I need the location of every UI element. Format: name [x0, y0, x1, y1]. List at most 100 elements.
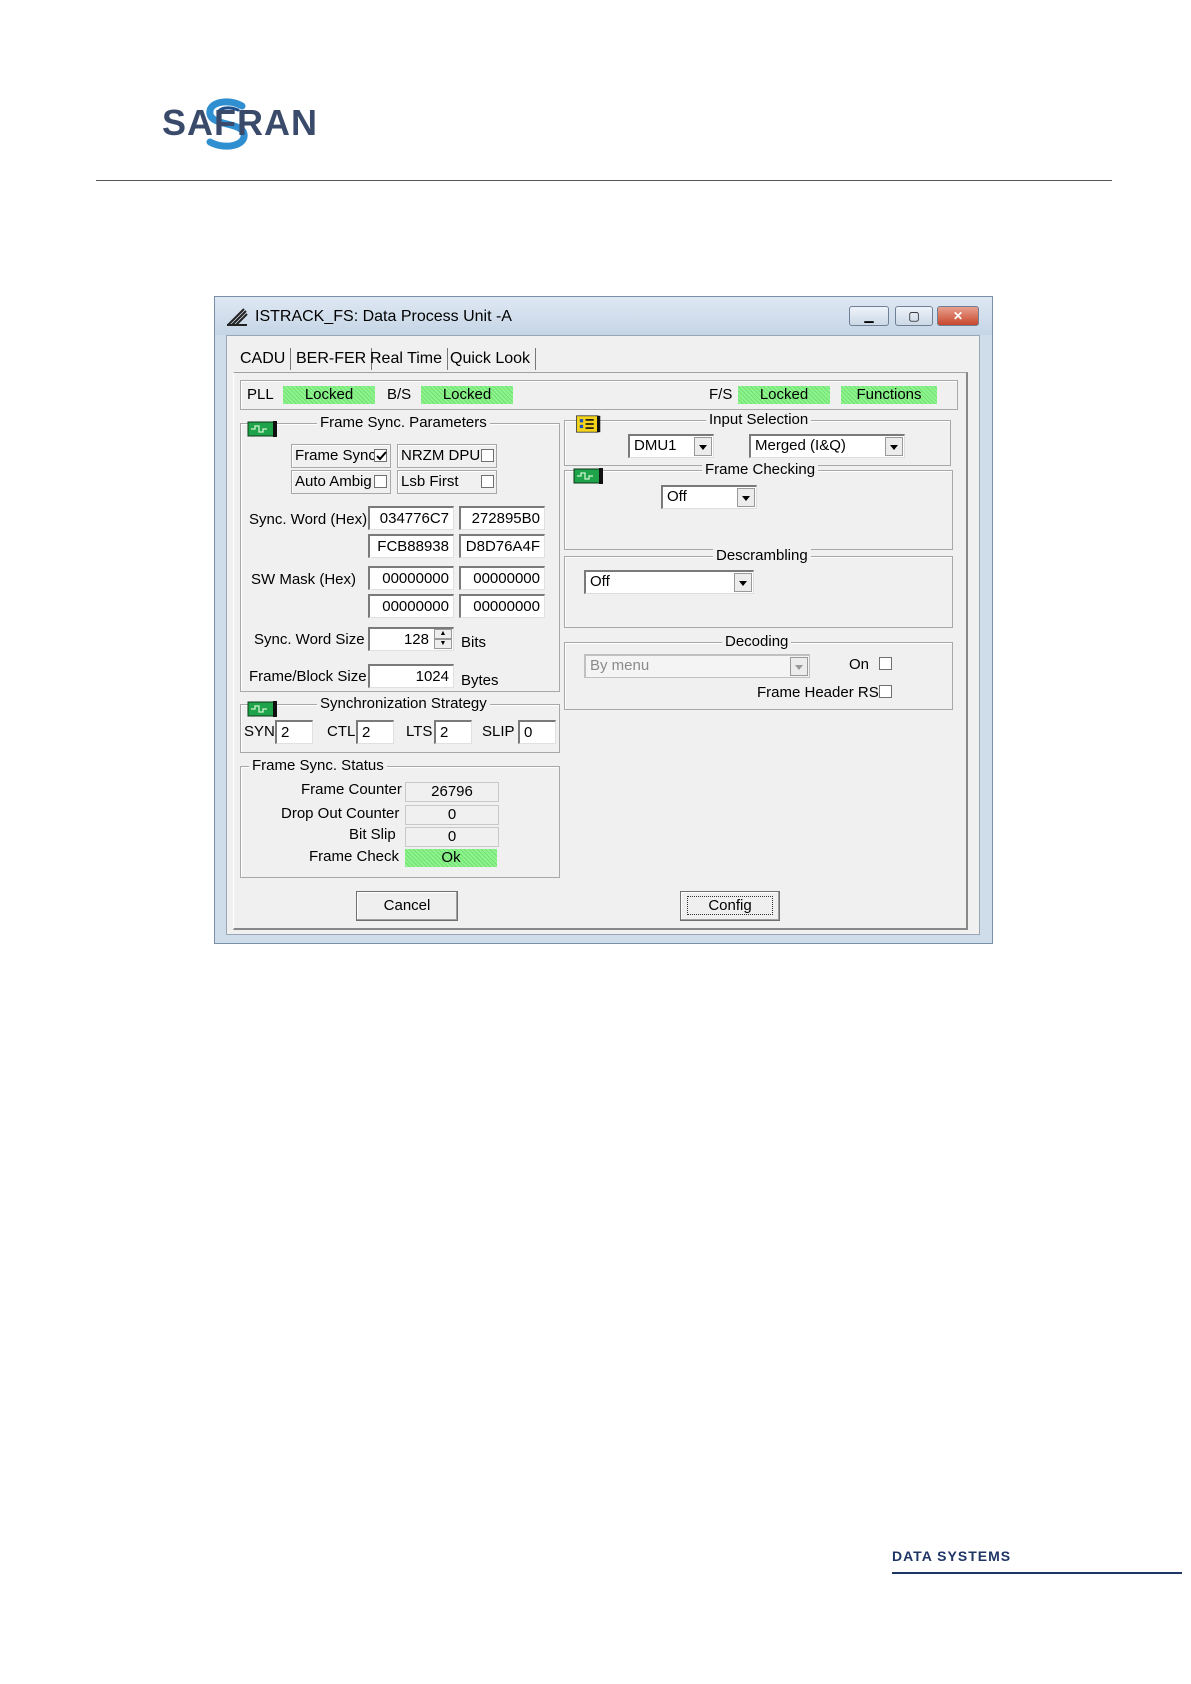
tab-quick-look[interactable]: Quick Look [445, 348, 537, 370]
chevron-down-icon[interactable] [734, 573, 752, 592]
window-title: ISTRACK_FS: Data Process Unit -A [255, 308, 512, 325]
syn-field[interactable]: 2 [275, 720, 313, 744]
maximize-icon: ▢ [908, 309, 920, 323]
bit-slip-value: 0 [405, 827, 499, 847]
frame-sync-label: Frame Sync [295, 447, 376, 464]
bs-status-lamp: Locked [421, 386, 513, 404]
descrambling-group: Descrambling Off [564, 547, 953, 628]
slip-field[interactable]: 0 [518, 720, 556, 744]
frame-check-lamp: Ok [405, 849, 497, 867]
minimize-button[interactable]: ▁ [849, 306, 889, 326]
sync-strategy-title: Synchronization Strategy [317, 695, 490, 712]
sync-word-field-4[interactable]: D8D76A4F [459, 534, 545, 558]
drop-out-counter-value: 0 [405, 805, 499, 825]
lsb-first-checkbox[interactable] [481, 475, 494, 488]
close-icon: ✕ [952, 309, 964, 323]
tab-real-time[interactable]: Real Time [365, 348, 449, 370]
decoding-on-label: On [849, 656, 870, 673]
bit-slip-label: Bit Slip [349, 826, 396, 843]
drop-out-counter-label: Drop Out Counter [281, 805, 400, 822]
sync-word-field-1[interactable]: 034776C7 [368, 506, 454, 530]
sw-mask-field-3[interactable]: 00000000 [368, 594, 454, 618]
slip-label: SLIP [482, 723, 515, 740]
chip-icon [247, 421, 277, 437]
frame-header-rs-checkbox[interactable] [879, 685, 892, 698]
sync-word-size-spinner[interactable]: ▲ ▼ [434, 629, 452, 649]
frame-sync-params-title: Frame Sync. Parameters [317, 414, 490, 431]
input-source-value: DMU1 [634, 437, 677, 454]
descrambling-title: Descrambling [713, 547, 811, 564]
header-divider [96, 180, 1112, 181]
frame-checking-value: Off [667, 488, 687, 505]
chevron-down-icon[interactable] [885, 437, 903, 456]
sync-word-field-2[interactable]: 272895B0 [459, 506, 545, 530]
nrzm-dpu-checkbox[interactable] [481, 449, 494, 462]
ctl-field[interactable]: 2 [356, 720, 394, 744]
lts-field[interactable]: 2 [434, 720, 472, 744]
fs-status-lamp: Locked [738, 386, 830, 404]
tab-cadu[interactable]: CADU [235, 348, 292, 370]
frame-block-size-label: Frame/Block Size [249, 668, 367, 685]
syn-label: SYN [244, 723, 275, 740]
minimize-icon: ▁ [864, 309, 874, 323]
descrambling-select[interactable]: Off [584, 570, 754, 594]
functions-lamp[interactable]: Functions [841, 386, 937, 404]
sw-mask-label: SW Mask (Hex) [251, 571, 356, 588]
descrambling-value: Off [590, 573, 610, 590]
lsb-first-option: Lsb First [397, 470, 497, 494]
frame-sync-status-group: Frame Sync. Status Frame Counter 26796 D… [240, 757, 560, 878]
decoding-group: Decoding By menu On Frame Header RS [564, 633, 953, 710]
pll-status-lamp: Locked [283, 386, 375, 404]
auto-ambig-option: Auto Ambig [291, 470, 391, 494]
cancel-button[interactable]: Cancel [356, 891, 458, 921]
app-icon [227, 308, 248, 326]
frame-check-label: Frame Check [309, 848, 400, 865]
chevron-down-icon[interactable] [694, 437, 712, 456]
frame-counter-value: 26796 [405, 782, 499, 802]
spin-down-icon[interactable]: ▼ [434, 639, 452, 649]
frame-checking-select[interactable]: Off [661, 485, 757, 509]
input-selection-group: Input Selection DMU1 Merged (I&Q) [564, 411, 951, 466]
input-source-select[interactable]: DMU1 [628, 434, 714, 458]
frame-sync-checkbox[interactable] [374, 449, 387, 462]
chevron-down-icon[interactable] [737, 488, 755, 507]
frame-block-size-field[interactable]: 1024 [368, 664, 454, 688]
status-bar: PLL Locked B/S Locked F/S Locked Functio… [240, 380, 958, 410]
tab-ber-fer[interactable]: BER-FER [291, 348, 373, 370]
sw-mask-field-1[interactable]: 00000000 [368, 566, 454, 590]
sync-strategy-group: Synchronization Strategy SYN 2 CTL 2 LTS… [240, 695, 560, 753]
sw-mask-field-2[interactable]: 00000000 [459, 566, 545, 590]
frame-sync-params-group: Frame Sync. Parameters Frame Sync NRZM D… [240, 414, 560, 692]
decoding-select[interactable]: By menu [584, 654, 810, 678]
chevron-down-icon[interactable] [790, 657, 808, 676]
footer-brand-text: DATA SYSTEMS [892, 1548, 1012, 1564]
config-button-label: Config [687, 896, 773, 915]
sw-mask-field-4[interactable]: 00000000 [459, 594, 545, 618]
brand-logo-text: SAFRAN [162, 102, 318, 143]
config-button[interactable]: Config [680, 891, 780, 921]
close-button[interactable]: ✕ [937, 306, 979, 326]
chip-icon [247, 701, 277, 717]
ctl-label: CTL [327, 723, 356, 740]
decoding-title: Decoding [722, 633, 792, 650]
footer-divider [892, 1572, 1182, 1574]
decoding-on-checkbox[interactable] [879, 657, 892, 670]
dpu-window: ISTRACK_FS: Data Process Unit -A ▁ ▢ ✕ C… [214, 296, 993, 944]
input-mode-select[interactable]: Merged (I&Q) [749, 434, 905, 458]
frame-header-rs-label: Frame Header RS [757, 684, 879, 701]
decoding-value: By menu [590, 657, 650, 674]
auto-ambig-checkbox[interactable] [374, 475, 387, 488]
frame-sync-option: Frame Sync [291, 444, 391, 468]
pll-label: PLL [247, 386, 274, 403]
auto-ambig-label: Auto Ambig [295, 473, 372, 490]
fs-label: F/S [709, 386, 733, 403]
check-icon [376, 451, 387, 461]
title-bar[interactable]: ISTRACK_FS: Data Process Unit -A ▁ ▢ ✕ [215, 297, 992, 335]
maximize-button[interactable]: ▢ [895, 306, 933, 326]
sync-word-field-3[interactable]: FCB88938 [368, 534, 454, 558]
frame-checking-title: Frame Checking [702, 461, 819, 478]
chip-icon [576, 415, 601, 433]
cadu-tab-page: PLL Locked B/S Locked F/S Locked Functio… [233, 372, 968, 930]
bits-unit-label: Bits [461, 634, 487, 651]
spin-up-icon[interactable]: ▲ [434, 629, 452, 639]
